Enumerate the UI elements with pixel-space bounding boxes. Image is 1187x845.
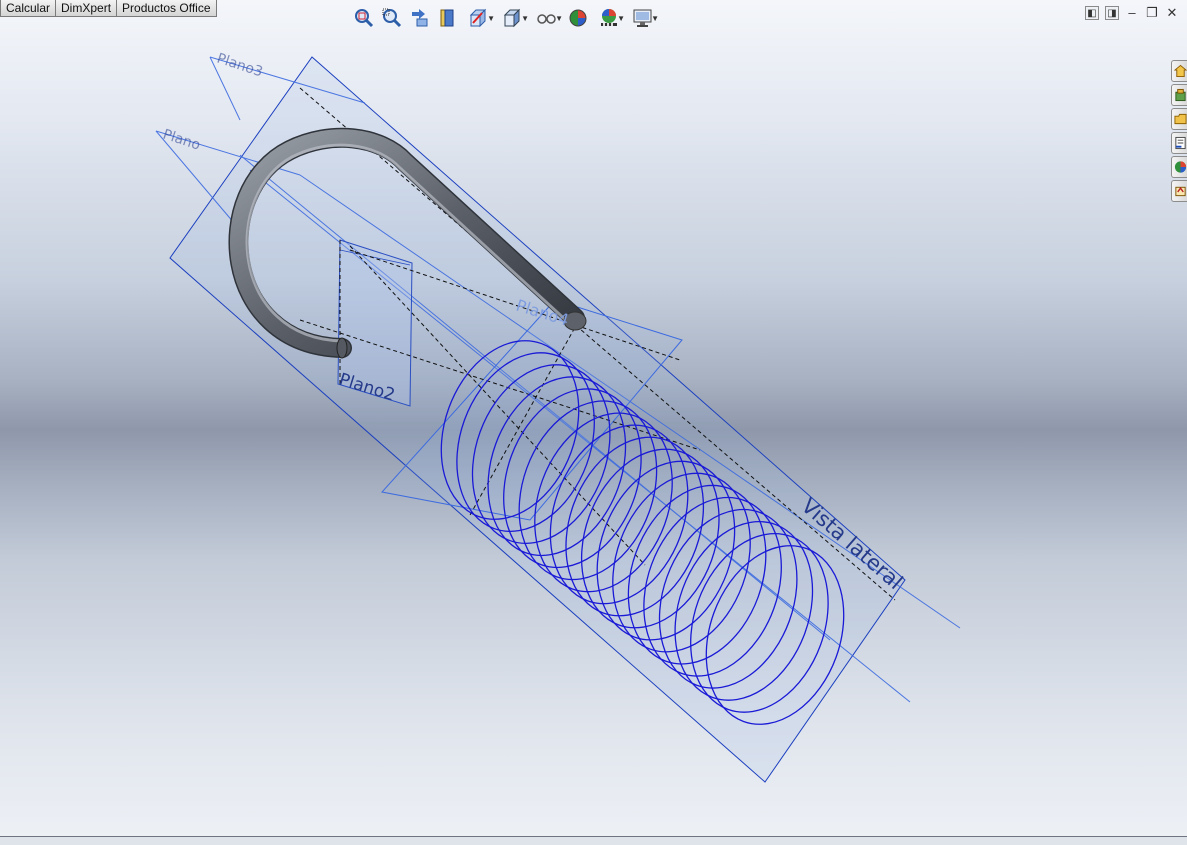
display-style-icon[interactable]: ▼ bbox=[496, 4, 530, 32]
close-icon[interactable]: ✕ bbox=[1165, 6, 1179, 20]
hide-show-items-icon[interactable]: ▼ bbox=[530, 4, 564, 32]
task-pane-tabs bbox=[1171, 60, 1187, 202]
plane-label-top-2: Plano bbox=[161, 127, 202, 154]
apply-scene-icon[interactable]: ▼ bbox=[592, 4, 626, 32]
custom-properties-icon[interactable] bbox=[1171, 180, 1187, 202]
status-strip bbox=[0, 837, 1187, 845]
view-settings-icon[interactable]: ▼ bbox=[626, 4, 660, 32]
section-view-icon[interactable] bbox=[434, 4, 462, 32]
heads-up-view-toolbar: ▼ ▼ ▼ ▼ ▼ bbox=[350, 4, 660, 32]
tile-horizontal-icon[interactable]: ◧ bbox=[1085, 6, 1099, 20]
zoom-to-area-icon[interactable] bbox=[378, 4, 406, 32]
restore-icon[interactable]: ❐ bbox=[1145, 6, 1159, 20]
solidworks-resources-icon[interactable] bbox=[1171, 60, 1187, 82]
minimize-icon[interactable]: – bbox=[1125, 6, 1139, 20]
tab-dimxpert[interactable]: DimXpert bbox=[55, 0, 118, 17]
tile-vertical-icon[interactable]: ◨ bbox=[1105, 6, 1119, 20]
appearances-scenes-icon[interactable] bbox=[1171, 156, 1187, 178]
file-explorer-icon[interactable] bbox=[1171, 108, 1187, 130]
previous-view-icon[interactable] bbox=[406, 4, 434, 32]
design-library-icon[interactable] bbox=[1171, 84, 1187, 106]
tab-productos-office[interactable]: Productos Office bbox=[116, 0, 217, 17]
edit-appearance-icon[interactable] bbox=[564, 4, 592, 32]
graphics-area[interactable]: Plano3 Plano Plano2 Plano4 Vista lateral bbox=[0, 0, 1187, 845]
view-orientation-icon[interactable]: ▼ bbox=[462, 4, 496, 32]
plane-label-top-1: Plano3 bbox=[215, 51, 265, 81]
zoom-to-fit-icon[interactable] bbox=[350, 4, 378, 32]
tab-calcular[interactable]: Calcular bbox=[0, 0, 57, 17]
view-palette-icon[interactable] bbox=[1171, 132, 1187, 154]
command-manager-tabs: Calcular DimXpert Productos Office bbox=[0, 0, 217, 18]
window-controls: ◧ ◨ – ❐ ✕ bbox=[1085, 6, 1179, 20]
